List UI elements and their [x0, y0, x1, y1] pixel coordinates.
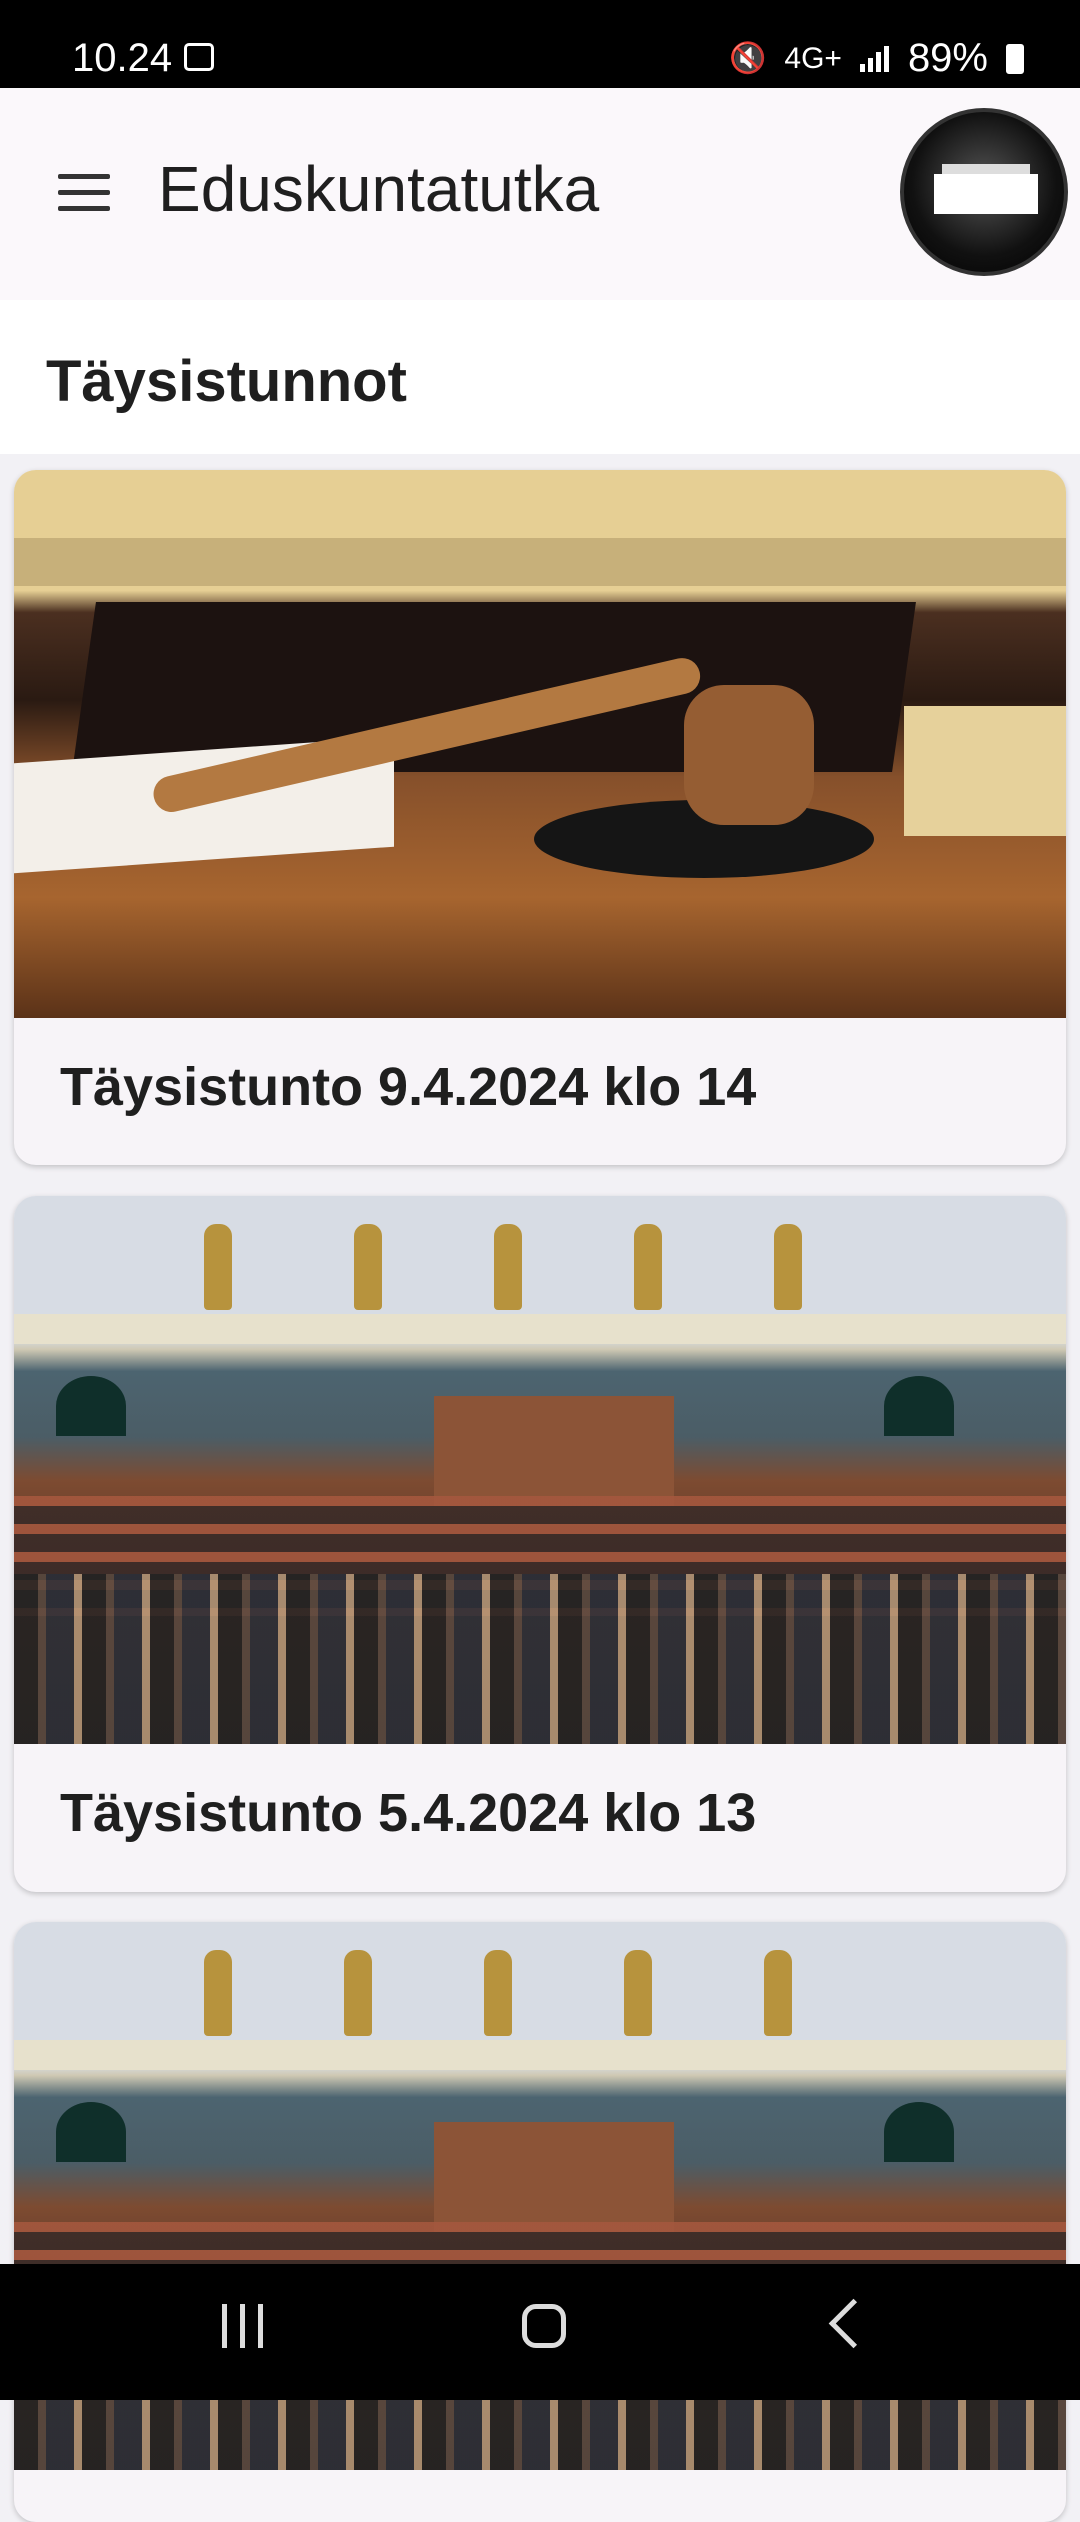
session-title: Täysistunto 9.4.2024 klo 14 — [60, 1057, 757, 1117]
network-label: 4G+ — [784, 41, 842, 75]
home-icon[interactable] — [522, 2304, 566, 2348]
signal-icon — [859, 44, 890, 74]
back-icon[interactable] — [828, 2298, 879, 2349]
parliament-logo-icon[interactable] — [900, 108, 1068, 276]
session-card[interactable]: Täysistunto 5.4.2024 klo 13 — [14, 1196, 1066, 1892]
battery-text: 89% — [907, 36, 988, 80]
status-bar: 10.24 🔇 4G+ 89% — [0, 0, 1080, 88]
recent-apps-icon[interactable] — [222, 2304, 266, 2348]
mute-icon: 🔇 — [729, 42, 767, 75]
session-card[interactable] — [14, 1922, 1066, 2522]
app-title: Eduskuntatutka — [158, 153, 600, 225]
session-card[interactable]: Täysistunto 9.4.2024 klo 14 — [14, 470, 1066, 1165]
menu-icon[interactable] — [58, 174, 110, 212]
system-nav-bar — [0, 2264, 1080, 2400]
status-icons: 🔇 4G+ 89% — [729, 36, 1024, 81]
gavel-photo — [14, 470, 1066, 1018]
session-title: Täysistunto 5.4.2024 klo 13 — [60, 1783, 757, 1843]
chamber-photo — [14, 1196, 1066, 1744]
gallery-icon — [184, 43, 214, 71]
status-time: 10.24 — [72, 36, 173, 80]
battery-icon — [1006, 43, 1024, 74]
section-title: Täysistunnot — [46, 349, 407, 414]
